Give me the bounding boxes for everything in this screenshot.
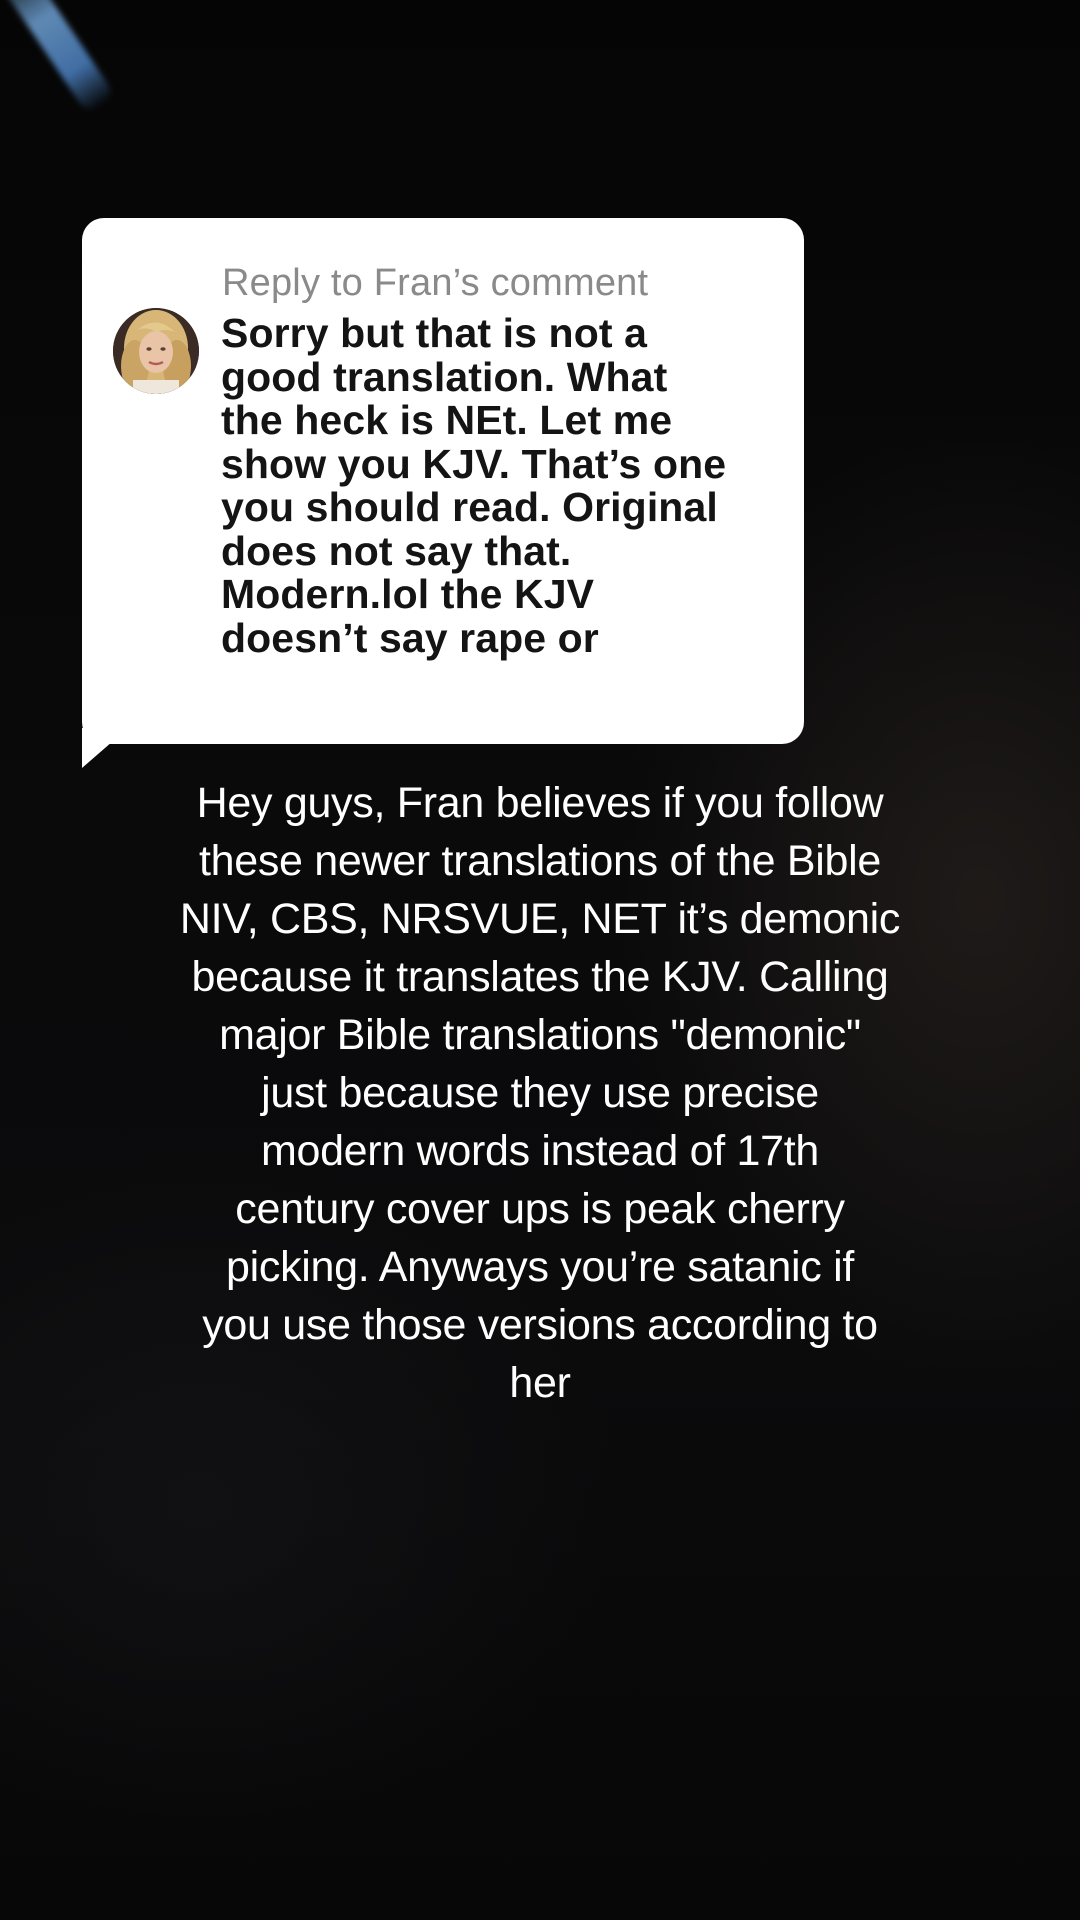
quoted-comment-text: Sorry but that is not a good translation… — [221, 310, 781, 661]
caption-line: you use those versions according to — [202, 1301, 878, 1349]
caption-line: because it translates the KJV. Calling — [191, 953, 889, 1001]
comment-line: does not say that. — [221, 527, 572, 574]
comment-line: you should read. Original — [221, 484, 718, 530]
caption-line: her — [509, 1359, 571, 1407]
video-caption-overlay: Hey guys, Fran believes if you follow th… — [100, 774, 980, 1412]
comment-line: doesn’t say rape or — [221, 614, 599, 661]
light-streak-decoration — [0, 0, 117, 116]
video-frame: Reply to Fran’s comment Sorry but that i… — [0, 0, 1080, 1920]
caption-line: these newer translations of the Bible — [198, 837, 882, 885]
caption-line: modern words instead of 17th — [260, 1127, 820, 1175]
reply-to-comment-label: Reply to Fran’s comment — [222, 262, 649, 304]
comment-line: the heck is NEt. Let me — [221, 397, 673, 443]
caption-line: major Bible translations "demonic" — [219, 1011, 861, 1059]
caption-line: century cover ups is peak cherry — [235, 1185, 845, 1233]
caption-line: Hey guys, Fran believes if you follow — [196, 779, 884, 827]
comment-line: good translation. What — [221, 353, 668, 400]
caption-line: just because they use precise — [261, 1069, 819, 1117]
caption-line: NIV, CBS, NRSVUE, NET it’s demonic — [179, 895, 901, 943]
comment-line: Sorry but that is not a — [221, 310, 647, 356]
caption-line: picking. Anyways you’re satanic if — [226, 1243, 854, 1291]
profile-photo-icon — [113, 308, 199, 394]
commenter-avatar[interactable] — [113, 308, 199, 394]
comment-line: show you KJV. That’s one — [221, 440, 727, 487]
comment-line: Modern.lol the KJV — [221, 571, 595, 617]
